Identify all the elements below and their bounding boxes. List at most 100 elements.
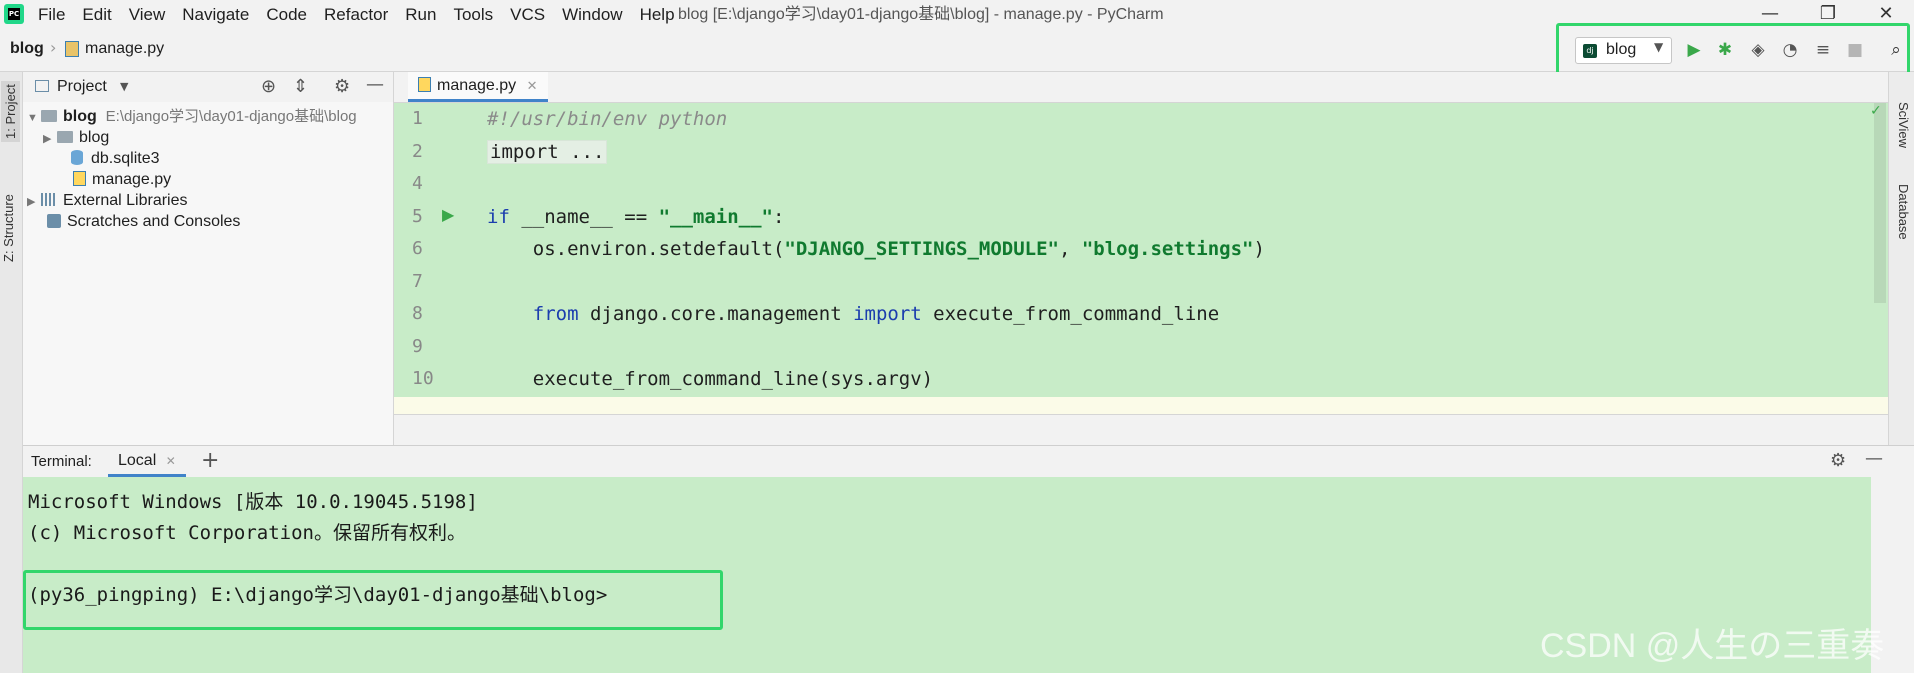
editor-tab-manage-py[interactable]: manage.py ✕ [408, 72, 548, 102]
terminal-line: Microsoft Windows [版本 10.0.19045.5198] [28, 491, 478, 513]
menu-code[interactable]: Code [266, 4, 315, 26]
code-line-8: from django.core.management import execu… [487, 303, 1219, 325]
line-number: 10 [412, 368, 434, 389]
gear-icon[interactable]: ⚙ [334, 76, 350, 97]
menu-navigate[interactable]: Navigate [182, 4, 257, 26]
tree-item-manage-py[interactable]: manage.py [73, 169, 171, 191]
tree-root-name: blog [63, 108, 97, 125]
folder-icon [57, 131, 73, 143]
folder-icon [41, 110, 57, 122]
minimize-icon[interactable]: — [1865, 448, 1883, 469]
code-text: ) [1253, 238, 1265, 260]
string-literal: "blog.settings" [1081, 238, 1254, 260]
menu-tools[interactable]: Tools [453, 4, 501, 26]
chevron-down-icon[interactable]: ▼ [120, 80, 128, 93]
library-icon [41, 193, 57, 206]
code-editor[interactable]: 1 2 4 5 6 7 8 9 10 11 ▶ #!/usr/bin/env p… [394, 103, 1888, 414]
menu-run[interactable]: Run [405, 4, 444, 26]
check-icon: ✓ [1870, 103, 1882, 119]
line-number: 6 [412, 238, 423, 259]
line-number: 4 [412, 173, 423, 194]
sciview-tool-tab[interactable]: SciView [1896, 102, 1911, 148]
left-tool-strip: 1: Project Z: Structure [0, 72, 23, 673]
python-file-icon [73, 171, 86, 186]
editor-horizontal-scrollbar[interactable] [394, 414, 1888, 445]
expand-arrow-icon[interactable]: ▼ [27, 107, 41, 129]
editor-scrollbar[interactable] [1874, 103, 1886, 303]
tree-item-label: db.sqlite3 [91, 150, 160, 167]
code-line-5: if __name__ == "__main__": [487, 206, 784, 228]
watermark: CSDN @人生の三重奏 [1540, 627, 1885, 665]
menu-vcs[interactable]: VCS [510, 4, 553, 26]
breadcrumb-separator-icon: › [50, 38, 57, 57]
menu-edit[interactable]: Edit [82, 4, 119, 26]
collapse-arrow-icon[interactable]: ▶ [43, 128, 57, 150]
code-text: , [1058, 238, 1082, 260]
folded-import[interactable]: import ... [487, 140, 608, 164]
database-tool-tab[interactable]: Database [1896, 184, 1911, 240]
tree-item-scratches[interactable]: Scratches and Consoles [47, 211, 240, 233]
tree-item-db-sqlite3[interactable]: db.sqlite3 [71, 148, 160, 170]
breadcrumb-project[interactable]: blog [10, 40, 44, 58]
editor-tab-bar: manage.py ✕ [394, 72, 1888, 103]
breadcrumb-file[interactable]: manage.py [85, 40, 164, 58]
tree-item-external-libraries[interactable]: ▶ External Libraries [27, 190, 188, 213]
tree-item-label: External Libraries [63, 192, 188, 209]
string-literal: "DJANGO_SETTINGS_MODULE" [784, 238, 1059, 260]
database-file-icon [71, 150, 83, 165]
structure-tool-tab[interactable]: Z: Structure [1, 194, 16, 262]
terminal-line: (c) Microsoft Corporation。保留所有权利。 [28, 522, 466, 544]
keyword: if [487, 206, 510, 228]
editor-tab-label: manage.py [437, 77, 517, 94]
minimize-icon[interactable]: — [366, 74, 384, 95]
tree-item-label: Scratches and Consoles [67, 213, 241, 230]
scratches-icon [47, 214, 61, 228]
tree-root-blog[interactable]: ▼ blog E:\django学习\day01-django基础\blog [27, 106, 357, 129]
close-tab-icon[interactable]: ✕ [166, 454, 176, 468]
add-terminal-icon[interactable]: + [201, 448, 219, 473]
right-tool-strip: SciView Database [1888, 72, 1914, 445]
menu-window[interactable]: Window [562, 4, 630, 26]
code-text: os.environ.setdefault( [487, 238, 785, 260]
menu-help[interactable]: Help [640, 4, 683, 26]
menu-bar: File Edit View Navigate Code Refactor Ru… [38, 4, 692, 26]
python-file-icon [418, 77, 431, 92]
line-number: 5 [412, 206, 423, 227]
gear-icon[interactable]: ⚙ [1830, 450, 1846, 471]
code-line-6: os.environ.setdefault("DJANGO_SETTINGS_M… [487, 238, 1265, 260]
line-number: 1 [412, 108, 423, 129]
keyword: from [532, 303, 579, 325]
tree-item-label: manage.py [92, 171, 172, 188]
window-title: blog [E:\django学习\day01-django基础\blog] -… [678, 6, 1164, 23]
project-panel: Project ▼ ⊕ ⇕ ⚙ — ▼ blog E:\django学习\day0… [23, 72, 394, 445]
keyword: import [853, 303, 922, 325]
project-tool-tab[interactable]: 1: Project [1, 81, 20, 142]
tree-item-label: blog [79, 129, 110, 146]
line-number: 8 [412, 303, 423, 324]
code-line-10: execute_from_command_line(sys.argv) [487, 368, 934, 390]
prompt-highlight-box [23, 570, 723, 630]
line-number: 2 [412, 141, 423, 162]
tree-item-blog-folder[interactable]: ▶ blog [43, 127, 109, 150]
menu-refactor[interactable]: Refactor [324, 4, 396, 26]
menu-view[interactable]: View [129, 4, 174, 26]
terminal-header: Terminal: Local ✕ + ⚙ — [23, 445, 1914, 478]
terminal-label: Terminal: [31, 453, 92, 470]
editor-gutter: 1 2 4 5 6 7 8 9 10 11 ▶ [394, 103, 480, 414]
terminal-tab-local[interactable]: Local ✕ [108, 446, 186, 477]
close-tab-icon[interactable]: ✕ [527, 78, 538, 93]
pycharm-logo-icon[interactable]: PC [4, 4, 24, 24]
project-panel-title[interactable]: Project [57, 78, 107, 96]
editor-current-line [394, 397, 1888, 414]
code-text: execute_from_command_line [921, 303, 1220, 325]
collapse-arrow-icon[interactable]: ▶ [27, 191, 41, 213]
run-gutter-icon[interactable]: ▶ [442, 205, 454, 224]
menu-file[interactable]: File [38, 4, 73, 26]
code-line-2: import ... [487, 140, 608, 164]
tree-root-path: E:\django学习\day01-django基础\blog [105, 108, 357, 125]
python-file-icon [65, 41, 79, 57]
locate-file-icon[interactable]: ⊕ [261, 76, 276, 97]
code-line-1: #!/usr/bin/env python [487, 108, 728, 130]
collapse-all-icon[interactable]: ⇕ [293, 76, 308, 97]
terminal-tab-label: Local [118, 452, 157, 469]
